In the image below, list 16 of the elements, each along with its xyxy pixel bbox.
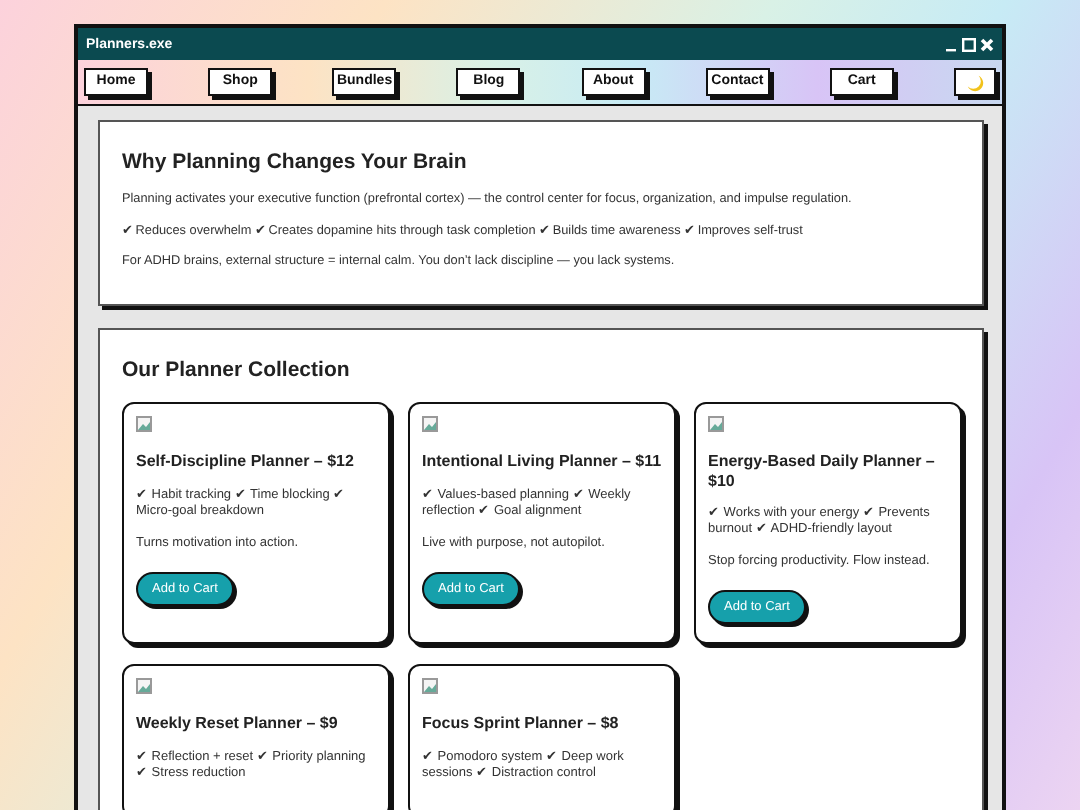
product-title: Focus Sprint Planner – $8: [422, 714, 619, 735]
broken-image-icon: [136, 678, 152, 695]
product-title: Weekly Reset Planner – $9: [136, 714, 338, 735]
theme-toggle-button[interactable]: [953, 68, 996, 96]
close-icon[interactable]: [980, 37, 994, 51]
moon-icon: [965, 73, 984, 91]
broken-image-icon: [422, 416, 438, 432]
product-title: Energy-Based Daily Planner – $10: [708, 452, 937, 491]
section-heading: Our Planner Collection: [122, 358, 352, 382]
broken-image-icon: [708, 416, 724, 432]
product-title: Self-Discipline Planner – $12: [136, 452, 354, 472]
product-title: Intentional Living Planner – $11: [422, 452, 662, 472]
maximize-icon[interactable]: [962, 37, 976, 51]
section-heading: Why Planning Changes Your Brain: [122, 150, 469, 174]
broken-image-icon: [422, 678, 438, 695]
broken-image-icon: [136, 416, 152, 432]
